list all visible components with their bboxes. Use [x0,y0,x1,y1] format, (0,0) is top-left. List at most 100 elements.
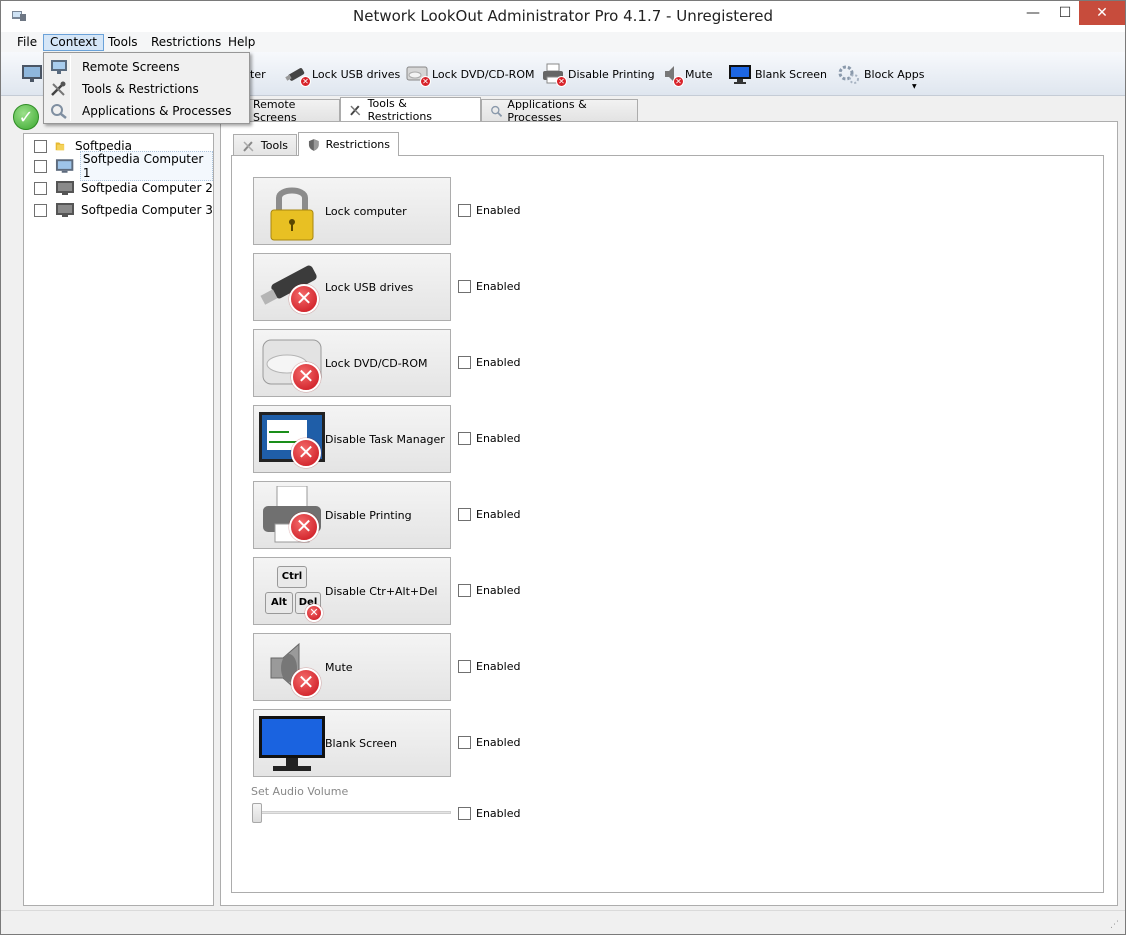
toolbar-blank-screen-button[interactable]: Blank Screen [728,62,827,86]
tree-item-softpedia-computer-2[interactable]: Softpedia Computer 2 [34,178,213,198]
checkbox[interactable] [458,508,471,521]
block-apps-dropdown-arrow-icon[interactable]: ▼ [912,83,917,90]
disable-ctrl-alt-del-enabled-checkbox[interactable]: Enabled [458,584,520,597]
toolbar-lock-dvd-label: Lock DVD/CD-ROM [432,67,535,81]
menu-tools[interactable]: Tools [102,34,144,51]
tree-checkbox[interactable] [34,203,47,217]
audio-volume-slider-thumb[interactable] [252,803,262,823]
error-badge-icon: ✕ [673,76,684,87]
toolbar-lock-usb-button[interactable]: ✕ Lock USB drives [285,62,401,87]
tools-icon [243,140,254,152]
context-menu-applications-processes[interactable]: Applications & Processes [46,100,247,122]
context-menu-tools-restrictions[interactable]: Tools & Restrictions [46,78,247,100]
error-badge-icon: ✕ [556,76,567,87]
toolbar-blank-screen-label: Blank Screen [755,67,827,81]
mute-button[interactable]: ✕ Mute [253,633,451,701]
checkbox[interactable] [458,736,471,749]
tab-applications-processes[interactable]: Applications & Processes [481,97,638,124]
enabled-label: Enabled [476,356,521,369]
disable-printing-enabled-checkbox[interactable]: Enabled [458,508,520,521]
close-button[interactable]: ✕ [1079,1,1125,25]
tree-checkbox[interactable] [34,181,47,195]
toolbar-lock-usb-label: Lock USB drives [312,67,401,81]
printer-icon: ✕ [259,485,325,546]
toolbar-mute-label: Mute [685,67,713,81]
tree-item-label: Softpedia Computer 2 [81,181,213,195]
toolbar-disable-printing-button[interactable]: ✕ Disable Printing [541,62,655,87]
disable-ctrl-alt-del-button[interactable]: Ctrl Alt Del ✕ Disable Ctr+Alt+Del [253,557,451,625]
disable-task-manager-button[interactable]: ✕ Disable Task Manager [253,405,451,473]
checkbox[interactable] [458,204,471,217]
tree-checkbox[interactable] [34,159,47,173]
tab-label: Tools [260,139,288,152]
restriction-label: Disable Ctr+Alt+Del [325,585,438,598]
context-menu-remote-screens[interactable]: Remote Screens [46,56,247,78]
disable-task-manager-enabled-checkbox[interactable]: Enabled [458,432,520,445]
magnifier-gears-icon [491,105,503,117]
enabled-label: Enabled [476,660,521,673]
toolbar-mute-button[interactable]: ✕ Mute [662,62,713,87]
window-title: Network LookOut Administrator Pro 4.1.7 … [353,7,773,25]
gears-icon [837,63,861,85]
tab-restrictions[interactable]: Restrictions [298,132,399,156]
tab-tools[interactable]: Tools [233,134,297,156]
toolbar-partial-button[interactable]: ter [250,62,266,86]
restriction-label: Lock computer [325,205,407,218]
toolbar-partial-label: ter [250,67,266,81]
audio-volume-slider-track[interactable] [258,811,451,814]
blank-screen-button[interactable]: Blank Screen [253,709,451,777]
computer-icon [55,159,73,173]
menu-file[interactable]: File [11,34,43,51]
lock-usb-drives-button[interactable]: ✕ Lock USB drives [253,253,451,321]
restriction-label: Blank Screen [325,737,397,750]
disable-printing-button[interactable]: ✕ Disable Printing [253,481,451,549]
context-menu-tools-restrictions-label: Tools & Restrictions [82,82,199,96]
checkbox[interactable] [458,356,471,369]
restriction-label: Lock DVD/CD-ROM [325,357,428,370]
menu-context[interactable]: Context [43,34,105,51]
enabled-label: Enabled [476,432,521,445]
enabled-label: Enabled [476,807,521,820]
mute-enabled-checkbox[interactable]: Enabled [458,660,520,673]
restriction-label: Disable Task Manager [325,433,445,446]
lock-usb-enabled-checkbox[interactable]: Enabled [458,280,520,293]
tab-tools-restrictions[interactable]: Tools & Restrictions [340,97,481,123]
tree-checkbox[interactable] [34,139,47,153]
checkbox[interactable] [458,432,471,445]
menu-help[interactable]: Help [222,34,261,51]
lock-dvd-enabled-checkbox[interactable]: Enabled [458,356,520,369]
audio-volume-enabled-checkbox[interactable]: Enabled [458,807,520,820]
tab-remote-screens[interactable]: Remote Screens [244,98,340,124]
checkbox[interactable] [458,807,471,820]
toolbar-lock-dvd-button[interactable]: ✕ Lock DVD/CD-ROM [405,62,535,87]
error-badge-icon: ✕ [305,604,323,622]
tab-label: Applications & Processes [507,97,587,124]
blank-monitor-icon [259,716,325,771]
lock-computer-enabled-checkbox[interactable]: Enabled [458,204,520,217]
context-dropdown-menu: Remote Screens Tools & Restrictions Appl… [43,52,250,124]
key-ctrl: Ctrl [277,566,307,588]
minimize-button[interactable]: — [1016,1,1050,25]
tree-item-softpedia-computer-1[interactable]: Softpedia Computer 1 [34,151,213,181]
keyboard-keys-icon: Ctrl Alt Del ✕ [259,562,325,622]
set-audio-volume-label: Set Audio Volume [251,785,349,798]
tab-label: Restrictions [325,138,390,151]
maximize-button[interactable]: ☐ [1048,1,1082,25]
restriction-label: Lock USB drives [325,281,414,294]
speaker-icon: ✕ [259,638,325,698]
computer-icon [56,203,74,217]
checkbox[interactable] [458,660,471,673]
tools-icon [51,81,66,96]
lock-computer-button[interactable]: Lock computer [253,177,451,245]
lock-dvd-cdrom-button[interactable]: ✕ Lock DVD/CD-ROM [253,329,451,397]
connect-ok-icon[interactable]: ✓ [13,104,39,130]
tree-item-softpedia-computer-3[interactable]: Softpedia Computer 3 [34,200,213,220]
checkbox[interactable] [458,584,471,597]
checkbox[interactable] [458,280,471,293]
blank-screen-enabled-checkbox[interactable]: Enabled [458,736,520,749]
enabled-label: Enabled [476,508,521,521]
resize-grip-icon[interactable]: ⋰ [1110,920,1119,930]
task-manager-icon: ✕ [259,410,325,470]
menu-restrictions[interactable]: Restrictions [145,34,227,51]
toolbar-block-apps-label: Block Apps [864,67,925,81]
